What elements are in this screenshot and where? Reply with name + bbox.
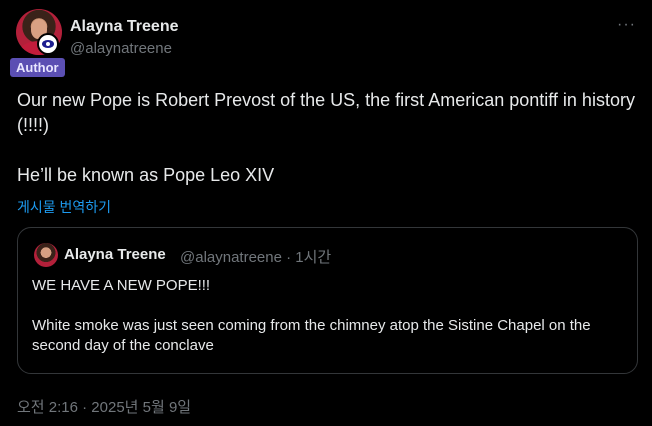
author-badge: Author <box>10 58 65 77</box>
author-name[interactable]: Alayna Treene <box>70 18 179 36</box>
quoted-author-meta: @alaynatreene · 1시간 <box>180 249 332 266</box>
quoted-tweet-text: WE HAVE A NEW POPE!!! White smoke was ju… <box>32 277 591 354</box>
tweet-text: Our new Pope is Robert Prevost of the US… <box>17 90 635 185</box>
quoted-author-name[interactable]: Alayna Treene <box>64 246 166 263</box>
eye-icon <box>42 40 54 48</box>
more-options-icon[interactable]: ··· <box>617 16 636 34</box>
quoted-tweet[interactable]: Alayna Treene @alaynatreene · 1시간 WE HAV… <box>17 227 638 374</box>
tweet-timestamp[interactable]: 오전 2:16 · 2025년 5월 9일 <box>17 396 191 417</box>
translate-post-link[interactable]: 게시물 번역하기 <box>17 197 111 217</box>
quoted-avatar[interactable] <box>34 243 58 267</box>
author-handle[interactable]: @alaynatreene <box>70 40 172 57</box>
affiliation-eye-icon[interactable] <box>37 33 59 55</box>
